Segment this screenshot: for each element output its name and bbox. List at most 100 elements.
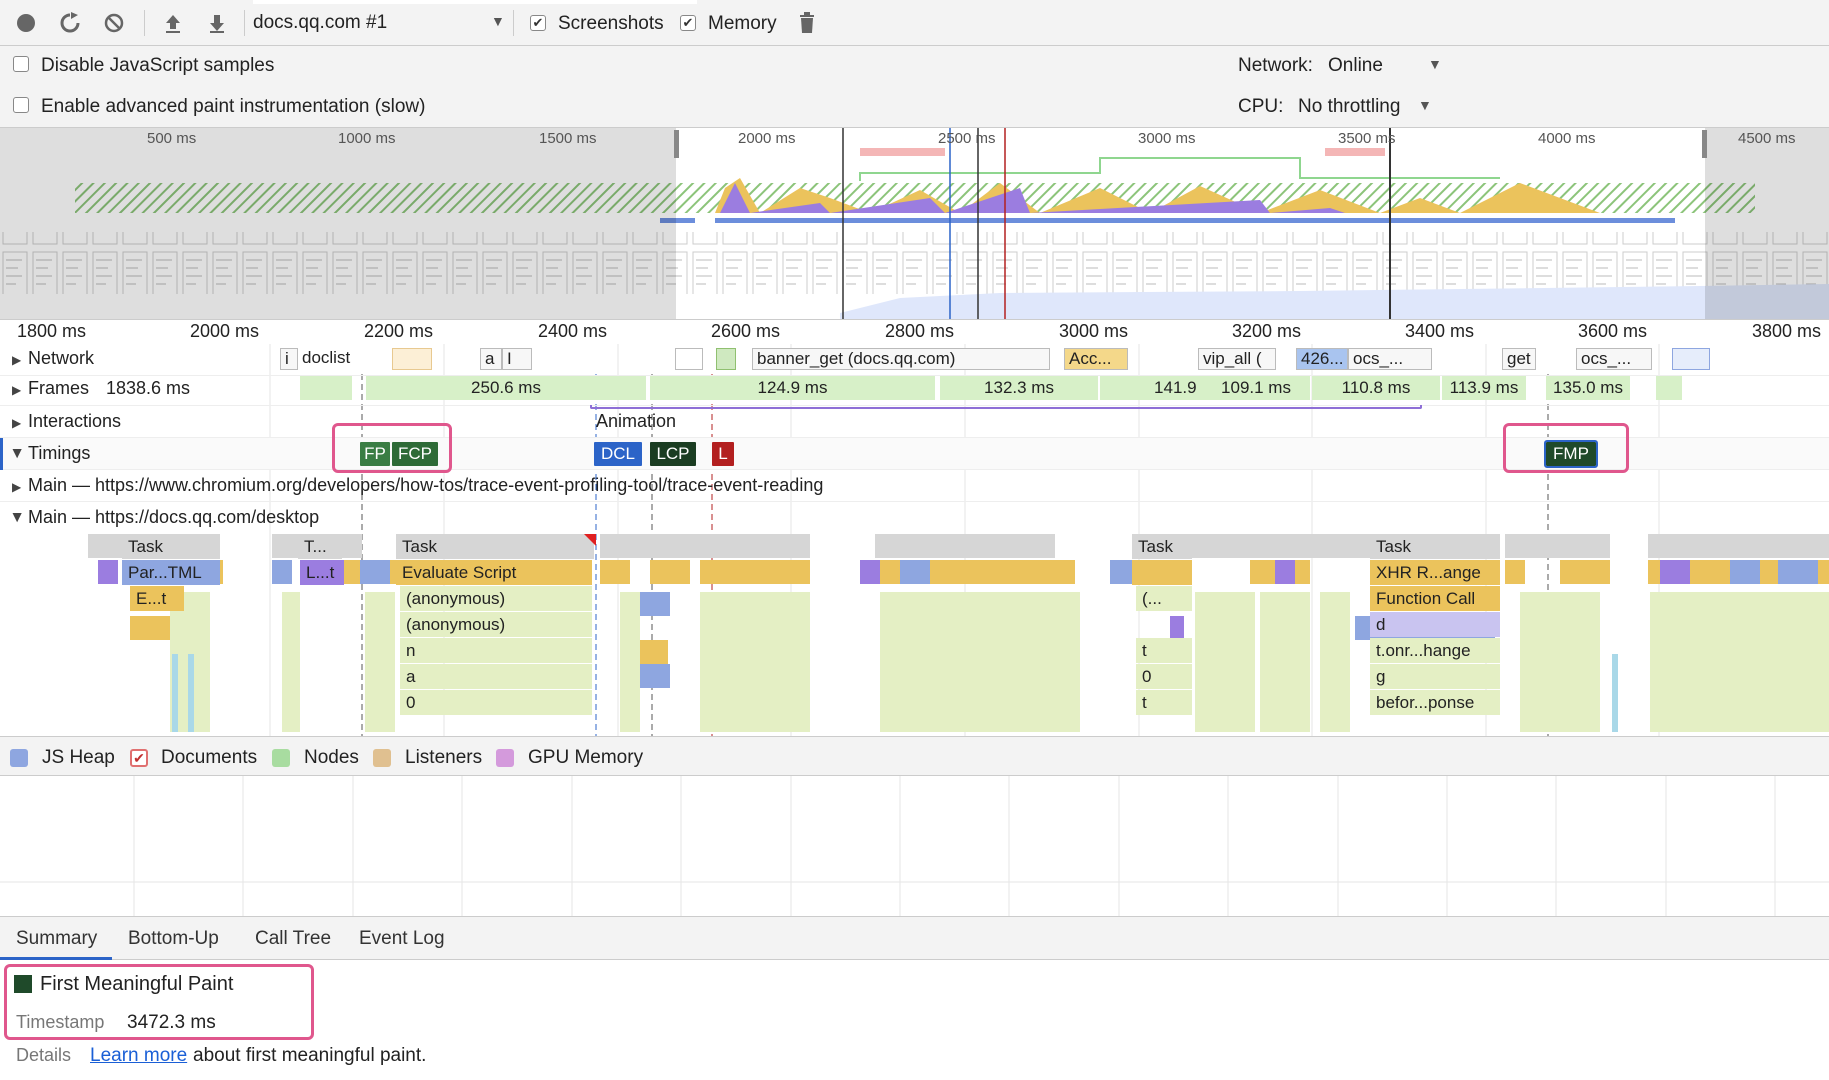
script-block[interactable]	[1132, 560, 1192, 585]
network-request[interactable]: vip_all (	[1198, 348, 1276, 370]
network-request[interactable]: get	[1502, 348, 1536, 370]
memory-checkbox[interactable]: ✔	[680, 15, 696, 31]
interactions-track-label[interactable]: ▶ Interactions	[12, 411, 121, 432]
tab-summary[interactable]: Summary	[16, 928, 97, 950]
task-block[interactable]: T...	[298, 534, 342, 559]
function-block[interactable]: a	[400, 664, 592, 689]
evaluate-script-block[interactable]: Evaluate Script	[396, 560, 592, 585]
main-thread-1-label[interactable]: ▶ Main — https://www.chromium.org/develop…	[12, 475, 823, 496]
function-block[interactable]: t.onr...hange	[1370, 638, 1500, 663]
network-request[interactable]: a	[480, 348, 502, 370]
timeline-overview[interactable]: 500 ms 1000 ms 1500 ms 2000 ms 2500 ms 3…	[0, 128, 1829, 320]
function-call-block[interactable]: Function Call	[1370, 586, 1500, 611]
network-request[interactable]: banner_get (docs.qq.com)	[752, 348, 1050, 370]
function-block[interactable]: d	[1370, 612, 1500, 637]
nodes-checkbox[interactable]	[272, 749, 290, 767]
function-block[interactable]: t	[1136, 638, 1192, 663]
network-track-label[interactable]: ▶ Network	[12, 348, 94, 369]
lcp-marker[interactable]: LCP	[650, 442, 696, 466]
task-block[interactable]: Task	[396, 534, 594, 559]
frame-block[interactable]	[300, 376, 352, 400]
record-icon[interactable]	[13, 10, 39, 36]
frame-block[interactable]	[1656, 376, 1682, 400]
function-block[interactable]: g	[1370, 664, 1500, 689]
xhr-block[interactable]: XHR R...ange	[1370, 560, 1500, 585]
function-block[interactable]: n	[400, 638, 592, 663]
timings-track-label[interactable]: ▶ Timings	[11, 443, 90, 464]
frame-duration[interactable]: 132.3 ms	[940, 376, 1098, 400]
task-block[interactable]: Task	[122, 534, 220, 559]
overview-graph	[0, 128, 1829, 319]
function-block[interactable]: (anonymous)	[400, 586, 592, 611]
advanced-paint-checkbox[interactable]	[13, 97, 29, 113]
script-block[interactable]: E...t	[130, 586, 184, 611]
function-block[interactable]: 0	[1136, 664, 1192, 689]
cpu-select[interactable]: No throttling ▼	[1298, 96, 1438, 120]
function-block[interactable]: 0	[400, 690, 592, 715]
animation-bar[interactable]	[590, 405, 1422, 409]
function-block[interactable]: t	[1136, 690, 1192, 715]
network-request[interactable]: ocs_...	[1348, 348, 1432, 370]
network-request[interactable]: i	[280, 348, 298, 370]
network-select[interactable]: Online ▼	[1328, 55, 1448, 79]
task-block[interactable]: Task	[1370, 534, 1500, 559]
trash-icon[interactable]	[794, 10, 820, 36]
network-request-bar[interactable]	[675, 348, 703, 370]
frame-duration[interactable]: 109.1 ms	[1202, 376, 1310, 400]
frame-duration[interactable]: 1838.6 ms	[106, 378, 190, 399]
frame-duration[interactable]: 135.0 ms	[1546, 376, 1630, 400]
function-block[interactable]: befor...ponse	[1370, 690, 1500, 715]
listeners-label: Listeners	[405, 747, 483, 768]
l-marker[interactable]: L	[712, 442, 734, 466]
main-thread-2-label[interactable]: ▶ Main — https://docs.qq.com/desktop	[11, 507, 319, 528]
network-request[interactable]: doclist	[298, 348, 358, 370]
gpu-memory-checkbox[interactable]	[496, 749, 514, 767]
script-block[interactable]: L...t	[300, 560, 344, 585]
disable-js-checkbox[interactable]	[13, 56, 29, 72]
frame-duration[interactable]: 124.9 ms	[650, 376, 935, 400]
listeners-checkbox[interactable]	[373, 749, 391, 767]
clear-icon[interactable]	[101, 10, 127, 36]
network-request-bar[interactable]	[392, 348, 432, 370]
js-heap-label: JS Heap	[42, 747, 115, 768]
reload-icon[interactable]	[57, 10, 83, 36]
tab-event-log[interactable]: Event Log	[359, 928, 445, 950]
frames-track-label[interactable]: ▶ Frames	[12, 378, 89, 399]
download-icon[interactable]	[204, 10, 230, 36]
memory-chart[interactable]	[0, 776, 1829, 916]
url-select[interactable]: docs.qq.com #1 ▼	[253, 12, 505, 36]
function-block[interactable]: (...	[1136, 586, 1192, 611]
network-request[interactable]: ocs_...	[1576, 348, 1652, 370]
tab-call-tree[interactable]: Call Tree	[255, 928, 331, 950]
overview-tick: 3000 ms	[1138, 130, 1196, 147]
frame-duration[interactable]: 113.9 ms	[1442, 376, 1526, 400]
chevron-down-icon: ▼	[1418, 97, 1432, 113]
animation-label[interactable]: Animation	[596, 411, 676, 432]
dcl-marker[interactable]: DCL	[594, 442, 642, 466]
network-request[interactable]: I	[502, 348, 532, 370]
tab-bottom-up[interactable]: Bottom-Up	[128, 928, 219, 950]
overview-tick: 1500 ms	[539, 130, 597, 147]
documents-checkbox[interactable]: ✔	[130, 749, 148, 767]
network-track[interactable]: ▶ Network i doclist a I banner_get (docs.…	[0, 344, 1829, 376]
toolbar: docs.qq.com #1 ▼ ✔ Screenshots ✔ Memory	[0, 0, 1829, 46]
function-block[interactable]: (anonymous)	[400, 612, 592, 637]
details-label: Details	[16, 1045, 72, 1065]
js-heap-checkbox[interactable]	[10, 749, 28, 767]
frame-duration[interactable]: 110.8 ms	[1312, 376, 1440, 400]
main-thread-track-2[interactable]: ▶ Main — https://docs.qq.com/desktop	[0, 502, 1829, 534]
frame-duration[interactable]: 250.6 ms	[366, 376, 646, 400]
screenshots-checkbox[interactable]: ✔	[530, 15, 546, 31]
network-request[interactable]: Acc...	[1064, 348, 1128, 370]
main-thread-track-1[interactable]: ▶ Main — https://www.chromium.org/develop…	[0, 470, 1829, 502]
network-request[interactable]: 426...	[1296, 348, 1348, 370]
cpu-label: CPU:	[1238, 96, 1284, 117]
parse-html-block[interactable]: Par...TML	[122, 560, 220, 585]
network-request-bar[interactable]	[716, 348, 736, 370]
learn-more-link[interactable]: Learn more	[90, 1045, 187, 1067]
fp-fcp-highlight	[332, 423, 452, 473]
summary-panel: First Meaningful Paint Timestamp 3472.3 …	[0, 960, 1829, 1080]
task-block[interactable]: Task	[1132, 534, 1192, 559]
network-request-bar[interactable]	[1672, 348, 1710, 370]
upload-icon[interactable]	[160, 10, 186, 36]
